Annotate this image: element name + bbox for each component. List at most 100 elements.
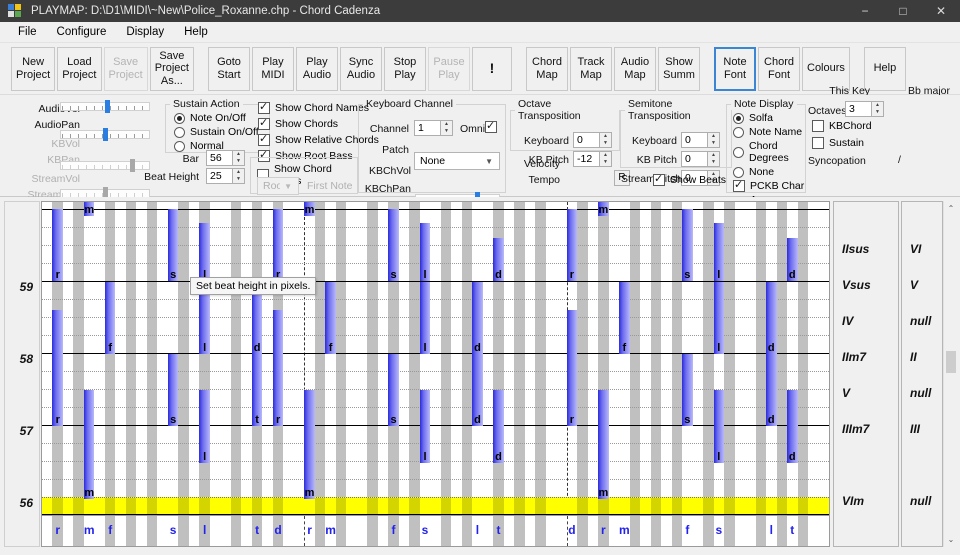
note-bar[interactable]: d	[787, 238, 798, 281]
keyboard-white-key[interactable]	[451, 516, 461, 546]
note-bar[interactable]: r	[566, 354, 578, 426]
channel-value[interactable]: 1	[414, 120, 440, 136]
beat-height-stepper[interactable]: 25 ▲ ▼	[206, 168, 245, 184]
audiovol-slider[interactable]	[60, 100, 150, 113]
check-sustain[interactable]: Sustain	[812, 137, 864, 149]
radio-note-on-off[interactable]: Note On/Off	[174, 112, 269, 124]
check-pckb-char[interactable]: PCKB Char	[733, 178, 805, 192]
close-icon[interactable]: ✕	[922, 0, 960, 22]
octave-kbpitch-stepper[interactable]: -12 ▲ ▼	[573, 151, 612, 167]
note-bar[interactable]: t	[251, 354, 263, 426]
bar-value[interactable]: 56	[206, 150, 232, 166]
note-bar[interactable]: s	[388, 209, 399, 281]
semitone-kbpitch-value[interactable]: 0	[681, 151, 707, 167]
audio-map-button[interactable]: Audio Map	[614, 46, 656, 91]
stepper-arrows[interactable]: ▲ ▼	[871, 101, 884, 117]
stepper-arrows[interactable]: ▲ ▼	[232, 168, 245, 184]
note-font-button[interactable]: Note Font	[714, 46, 756, 91]
keyboard-white-key[interactable]	[220, 516, 230, 546]
note-bar[interactable]: l	[713, 282, 725, 354]
stepper-up-icon[interactable]: ▲	[600, 152, 611, 159]
note-bar[interactable]: l	[419, 390, 431, 463]
note-bar[interactable]: l	[713, 390, 725, 463]
maximize-icon[interactable]: □	[884, 0, 922, 22]
stepper-down-icon[interactable]: ▼	[872, 109, 883, 116]
note-bar[interactable]	[272, 310, 284, 354]
stepper-arrows[interactable]: ▲ ▼	[707, 151, 720, 167]
note-bar[interactable]: m	[304, 390, 315, 499]
stepper-up-icon[interactable]: ▲	[708, 152, 719, 159]
save-project-as-button[interactable]: Save Project As...	[149, 46, 194, 91]
keyboard-black-key[interactable]	[125, 516, 137, 546]
note-bar[interactable]: l	[419, 223, 431, 281]
stepper-arrows[interactable]: ▲ ▼	[599, 151, 612, 167]
load-project-button[interactable]: Load Project	[57, 46, 102, 91]
note-bar[interactable]: f	[325, 282, 336, 354]
keyboard-black-key[interactable]	[440, 516, 452, 546]
stepper-down-icon[interactable]: ▼	[708, 140, 719, 147]
octave-kbpitch-value[interactable]: -12	[573, 151, 599, 167]
minimize-icon[interactable]: −	[846, 0, 884, 22]
semitone-keyboard-value[interactable]: 0	[681, 132, 707, 148]
note-bar[interactable]: f	[104, 282, 116, 354]
note-bar[interactable]: l	[713, 223, 725, 281]
piano-roll-grid[interactable]: rmslrmsldrmsldfldfldfldrmsltrmslddrmsldd	[41, 201, 830, 547]
keyboard-white-key[interactable]	[357, 516, 367, 546]
check-kbchord[interactable]: KBChord	[812, 120, 872, 132]
patch-select[interactable]: None ▼	[414, 152, 500, 170]
keyboard-white-key[interactable]	[346, 516, 356, 546]
slider-thumb[interactable]	[105, 100, 110, 113]
note-bar[interactable]: f	[619, 282, 630, 354]
note-bar[interactable]: l	[199, 390, 210, 463]
octave-keyboard-value[interactable]: 0	[573, 132, 599, 148]
radio-none[interactable]: None	[733, 166, 805, 178]
radio-sustain-on-off[interactable]: Sustain On/Off	[174, 126, 269, 138]
check-show-beats[interactable]: Show Beats	[653, 172, 726, 186]
new-project-button[interactable]: New Project	[11, 46, 56, 91]
note-bar[interactable]: l	[419, 282, 431, 354]
menu-item-configure[interactable]: Configure	[47, 24, 117, 40]
note-bar[interactable]: d	[787, 390, 798, 463]
keyboard-black-key[interactable]	[535, 516, 546, 546]
slider-thumb[interactable]	[103, 128, 108, 141]
sync-audio-button[interactable]: Sync Audio	[340, 46, 382, 91]
note-bar[interactable]: d	[766, 282, 777, 354]
stepper-arrows[interactable]: ▲ ▼	[440, 120, 453, 136]
keyboard-black-key[interactable]	[367, 516, 378, 546]
note-bar[interactable]: m	[83, 202, 95, 216]
stepper-up-icon[interactable]: ▲	[441, 121, 452, 128]
omni-checkbox[interactable]	[485, 119, 497, 133]
keyboard-black-key[interactable]	[146, 516, 158, 546]
show-summ-button[interactable]: Show Summ	[658, 46, 700, 91]
beat-height-value[interactable]: 25	[206, 168, 232, 184]
help-button[interactable]: Help	[863, 46, 906, 91]
note-bar[interactable]: r	[272, 354, 284, 426]
note-bar[interactable]: r	[52, 209, 63, 281]
keyboard-black-key[interactable]	[230, 516, 242, 546]
play-audio-button[interactable]: Play Audio	[296, 46, 338, 91]
note-bar[interactable]: s	[388, 354, 399, 426]
keyboard-white-key[interactable]	[819, 516, 829, 546]
note-bar[interactable]: d	[766, 354, 777, 426]
stop-play-button[interactable]: Stop Play	[384, 46, 426, 91]
stepper-down-icon[interactable]: ▼	[233, 176, 244, 183]
check-show-chord-names[interactable]: Show Chord Names	[258, 100, 369, 114]
keyboard-white-key[interactable]	[136, 516, 146, 546]
stepper-down-icon[interactable]: ▼	[708, 159, 719, 166]
check-show-chords[interactable]: Show Chords	[258, 116, 338, 130]
semitone-keyboard-stepper[interactable]: 0 ▲ ▼	[681, 132, 720, 148]
note-bar[interactable]: r	[52, 354, 63, 426]
scrollbar-thumb[interactable]	[946, 351, 956, 373]
menu-item-display[interactable]: Display	[116, 24, 174, 40]
note-bar[interactable]: d	[493, 238, 504, 281]
semitone-kbpitch-stepper[interactable]: 0 ▲ ▼	[681, 151, 720, 167]
chord-font-button[interactable]: Chord Font	[758, 46, 800, 91]
keyboard-black-key[interactable]	[514, 516, 525, 546]
radio-chord-degrees[interactable]: Chord Degrees	[733, 140, 805, 164]
octaves-value[interactable]: 3	[845, 101, 871, 117]
keyboard-char-strip[interactable]: rmfsltdrmfsltdrmfslt	[41, 515, 830, 547]
goto-start-button[interactable]: Goto Start	[208, 46, 250, 91]
stepper-arrows[interactable]: ▲ ▼	[707, 132, 720, 148]
colours-button[interactable]: Colours	[802, 46, 850, 91]
stepper-up-icon[interactable]: ▲	[233, 169, 244, 176]
